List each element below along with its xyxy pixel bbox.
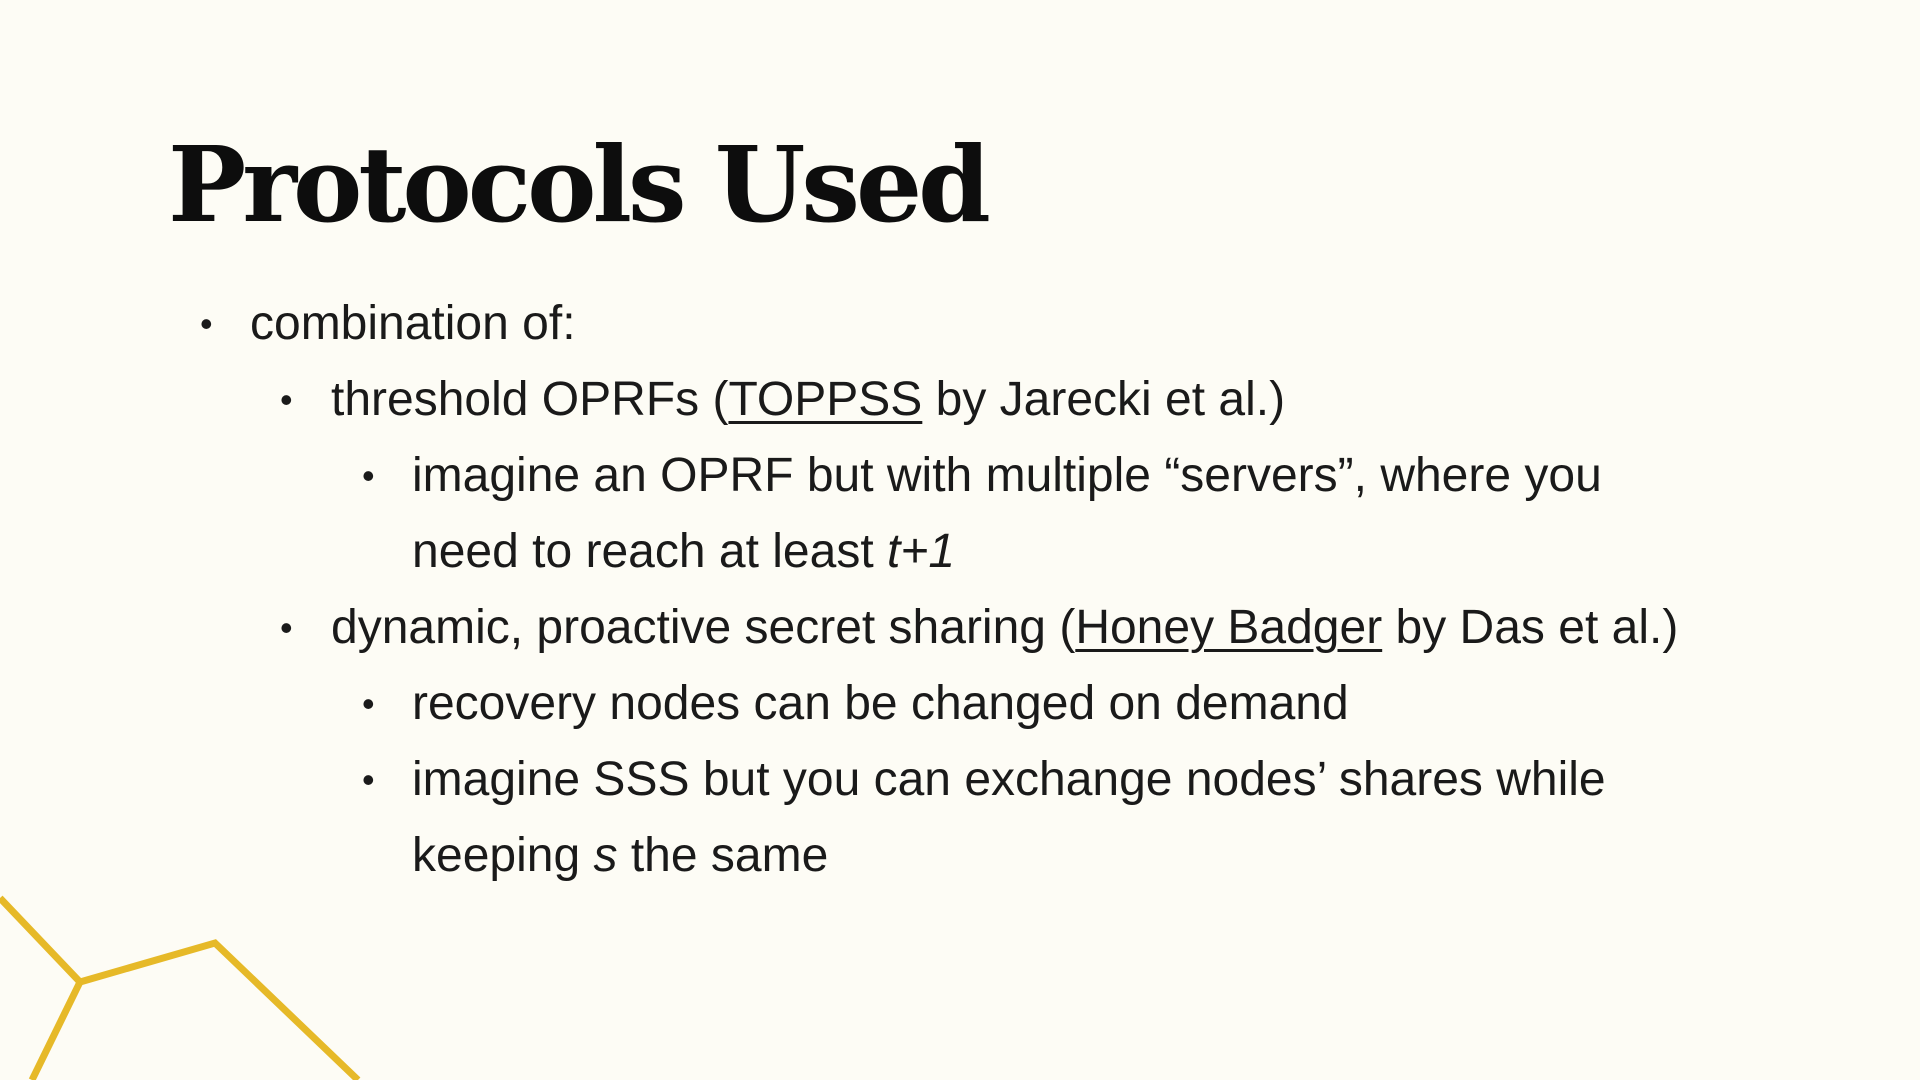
bullet-text: the same [617, 829, 829, 882]
bullet-item-recovery-nodes: recovery nodes can be changed on demand [412, 666, 1349, 742]
bullet-text: recovery nodes can be changed on demand [412, 677, 1349, 730]
bullet-dot: • [280, 379, 293, 420]
bullet-dot: • [362, 683, 375, 724]
bullet-dot: • [280, 607, 293, 648]
bullet-text: imagine SSS but you can exchange nodes’ … [412, 753, 1606, 806]
bullet-item-imagine-sss: imagine SSS but you can exchange nodes’ … [412, 742, 1606, 818]
bullet-item-imagine-oprf: imagine an OPRF but with multiple “serve… [412, 438, 1602, 514]
bullet-text: need to reach at least [412, 525, 887, 578]
bullet-item-threshold-oprfs: threshold OPRFs (TOPPSS by Jarecki et al… [331, 362, 1285, 438]
bullet-text: combination of: [250, 297, 576, 350]
bullet-text: by Jarecki et al.) [922, 373, 1286, 426]
bullet-list: • combination of: • threshold OPRFs (TOP… [0, 0, 1920, 1080]
bullet-item-imagine-sss-continued: keeping s the same [412, 818, 828, 894]
honey-badger-link[interactable]: Honey Badger [1075, 601, 1382, 654]
bullet-text: dynamic, proactive secret sharing ( [331, 601, 1076, 654]
toppss-link[interactable]: TOPPSS [728, 373, 922, 426]
bullet-italic-text: s [593, 829, 618, 882]
bullet-text: by Das et al.) [1382, 601, 1679, 654]
bullet-item-secret-sharing: dynamic, proactive secret sharing (Honey… [331, 590, 1678, 666]
bullet-item-imagine-oprf-continued: need to reach at least t+1 [412, 514, 955, 590]
bullet-dot: • [362, 759, 375, 800]
bullet-item-combination: combination of: [250, 286, 576, 362]
slide: Protocols Used • combination of: • thres… [0, 0, 1920, 1080]
bullet-italic-text: t+1 [886, 525, 956, 578]
bullet-dot: • [200, 303, 213, 344]
bullet-text: keeping [412, 829, 594, 882]
bullet-dot: • [362, 455, 375, 496]
bullet-text: imagine an OPRF but with multiple “serve… [412, 449, 1602, 502]
bullet-text: threshold OPRFs ( [331, 373, 729, 426]
